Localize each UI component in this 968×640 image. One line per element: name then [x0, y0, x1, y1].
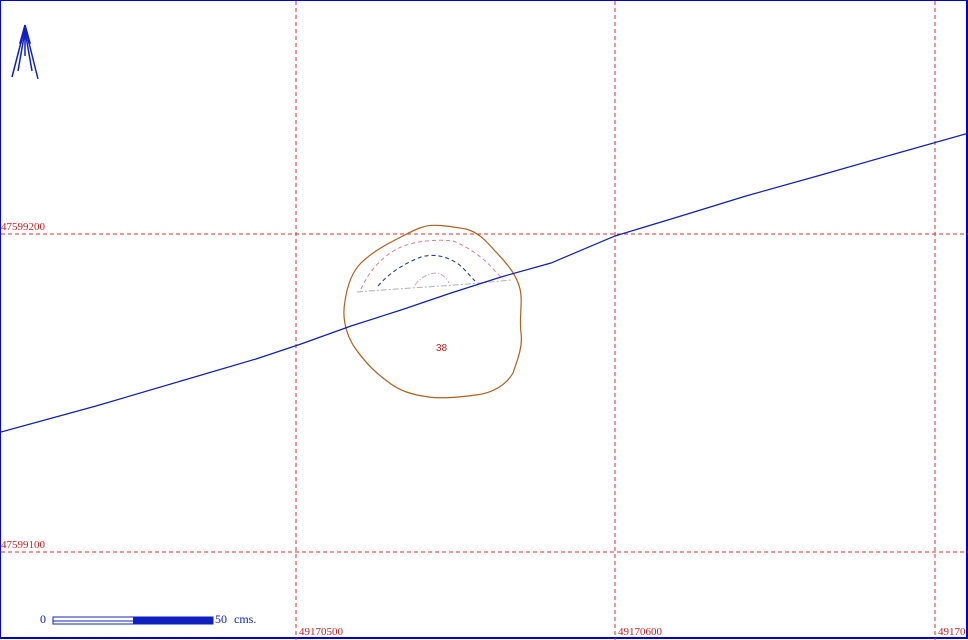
grid-label-y-1: 47599200 — [1, 221, 46, 233]
map-svg: 47599200 47599100 49170500 49170600 4917… — [1, 1, 968, 640]
parcel-outline[interactable] — [343, 224, 522, 399]
grid-label-x-2: 49170600 — [618, 626, 663, 638]
north-arrow-icon — [11, 24, 39, 80]
scale-start-label: 0 — [40, 612, 46, 626]
scale-bar: 0 50 cms. — [40, 612, 256, 626]
scale-bar-fill — [133, 617, 213, 624]
scale-unit-label: cms. — [234, 612, 256, 626]
grid-label-x-1: 49170500 — [299, 626, 344, 638]
contour-inner — [414, 272, 450, 286]
map-canvas: 47599200 47599100 49170500 49170600 4917… — [0, 0, 968, 640]
grid-lines — [1, 1, 968, 640]
grid-label-y-2: 47599100 — [1, 539, 46, 551]
scale-end-label: 50 — [215, 612, 227, 626]
road-line — [1, 132, 968, 433]
grid-label-x-3: 49170 — [938, 626, 966, 638]
contour-mid — [377, 254, 476, 287]
parcel-id-label: 38 — [436, 343, 448, 354]
